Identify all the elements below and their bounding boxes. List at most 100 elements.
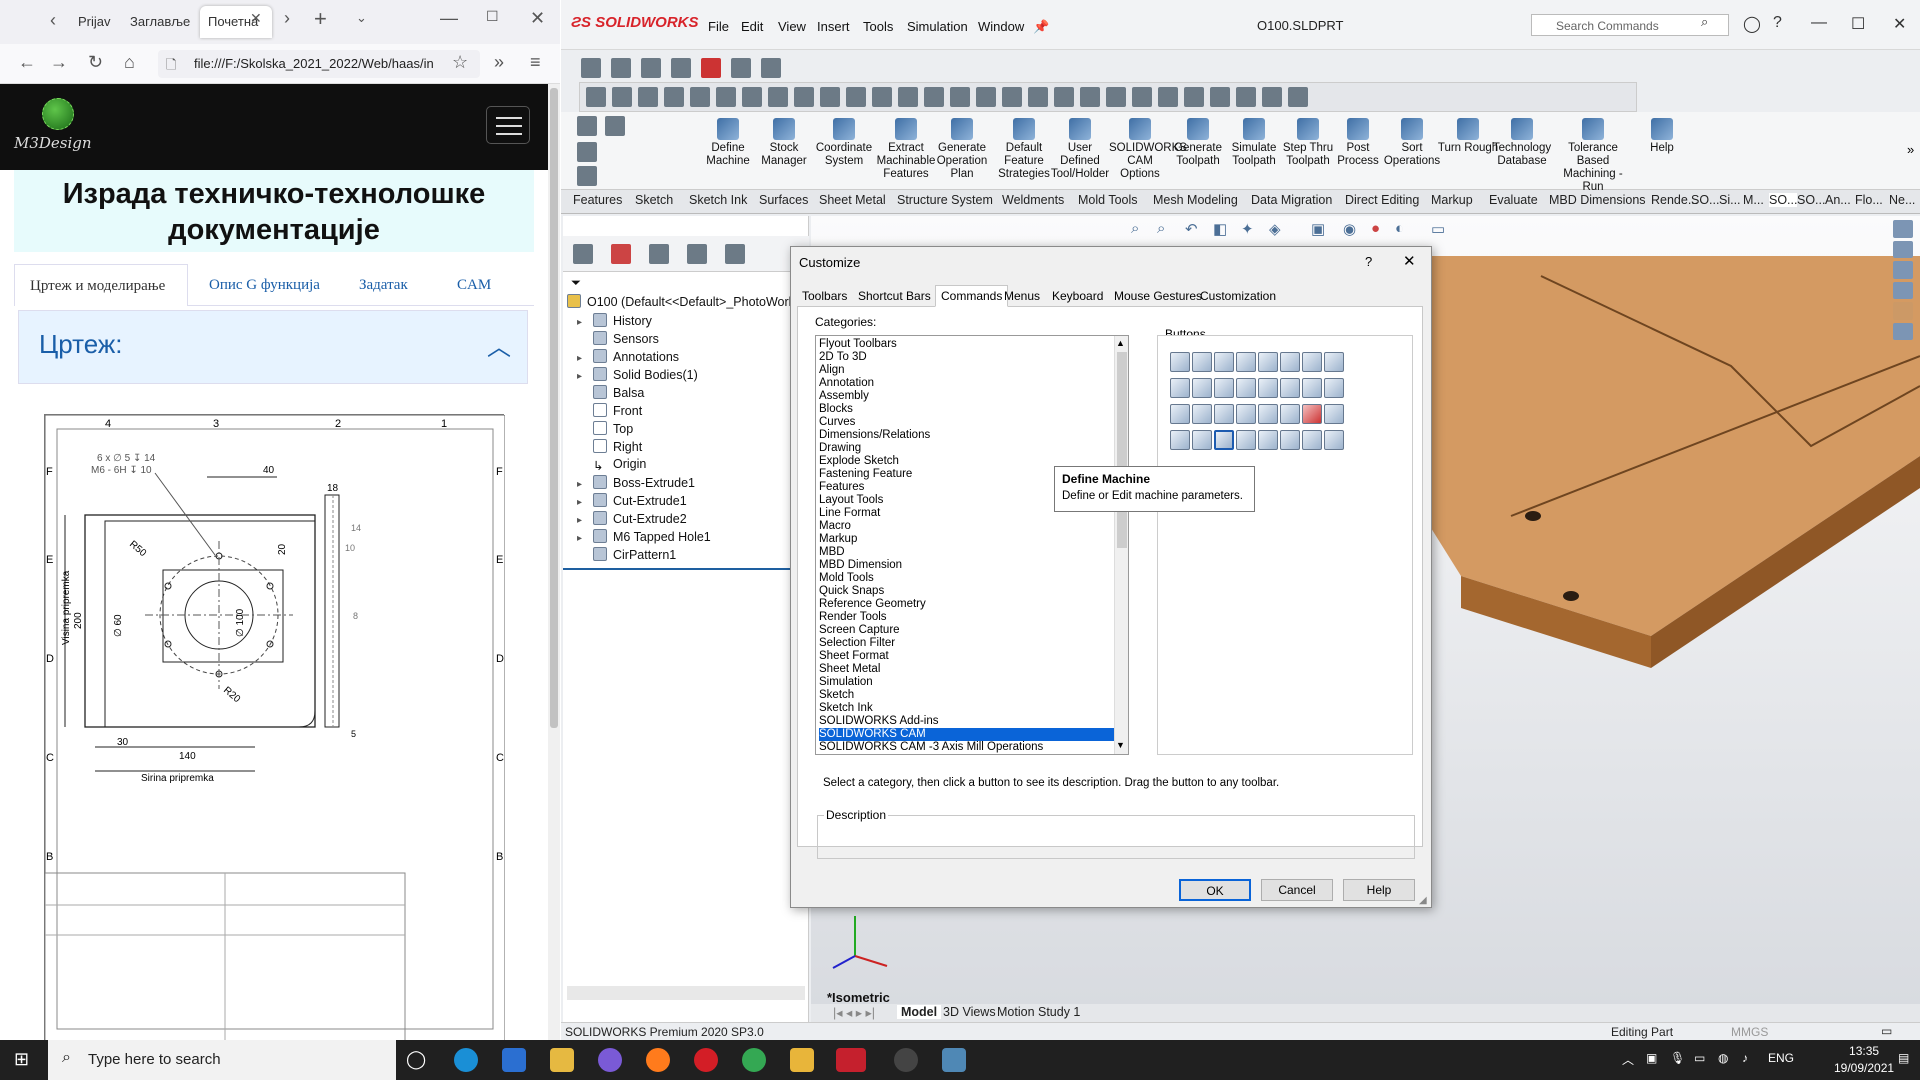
view-palette-icon[interactable] (1893, 281, 1913, 299)
cam-command-button[interactable] (1236, 352, 1256, 372)
start-windows-icon[interactable]: ⊞ (14, 1049, 29, 1070)
logo-text[interactable]: M3Design (14, 134, 92, 152)
cam-command-button[interactable] (1170, 404, 1190, 424)
tab-g-functions[interactable]: Опис G функција (194, 264, 335, 306)
category-item[interactable]: Dimensions/Relations (819, 429, 1115, 442)
cam-command-button[interactable] (1192, 404, 1212, 424)
dialog-tab-shortcut-bars[interactable]: Shortcut Bars (853, 287, 936, 305)
cam-command-button[interactable] (1302, 404, 1322, 424)
home-icon[interactable] (577, 116, 597, 136)
ribbon-tab[interactable]: SO... (1691, 193, 1719, 207)
category-item[interactable]: SOLIDWORKS Add-ins (819, 715, 1115, 728)
category-item[interactable]: Assembly (819, 390, 1115, 403)
cam-command-button[interactable] (1258, 430, 1278, 450)
browser-tab[interactable]: Заглавље (122, 6, 198, 38)
browser-tab[interactable]: Prijav (70, 6, 120, 38)
network-icon[interactable]: ◍ (1718, 1051, 1728, 1065)
tab-cam[interactable]: CAM (442, 264, 506, 306)
task-view-icon[interactable]: ◯ (406, 1049, 426, 1070)
tray-camera-icon[interactable]: ▣ (1646, 1051, 1657, 1065)
cam-command-button[interactable] (1170, 378, 1190, 398)
toolbar-button-icon[interactable] (664, 87, 684, 107)
minimize-icon[interactable]: — (1811, 14, 1827, 32)
expand-arrow-icon[interactable]: ▸ (577, 317, 593, 328)
back-icon[interactable]: ← (18, 52, 36, 73)
category-item[interactable]: Sketch Ink (819, 702, 1115, 715)
category-item[interactable]: MBD Dimension (819, 559, 1115, 572)
define-machine-button[interactable] (1214, 430, 1234, 450)
viber-icon[interactable] (598, 1048, 622, 1072)
dialog-tab-commands[interactable]: Commands (935, 285, 1009, 307)
cmd-define-machine[interactable]: Define Machine (697, 118, 759, 168)
microphone-icon[interactable]: 🎙 (1670, 1051, 1685, 1065)
expand-arrow-icon[interactable]: ▸ (577, 497, 593, 508)
cam-command-button[interactable] (1324, 352, 1344, 372)
bookmark-star-icon[interactable]: ☆ (452, 52, 468, 73)
cmd-turn-rough[interactable]: Turn Rough (1437, 118, 1499, 155)
close-window-icon[interactable]: ✕ (530, 8, 545, 29)
ribbon-tab[interactable]: Mesh Modeling (1153, 193, 1238, 207)
toolbar-button-icon[interactable] (820, 87, 840, 107)
cam-command-button[interactable] (1258, 378, 1278, 398)
undo-icon[interactable] (761, 58, 781, 78)
category-item[interactable]: Sheet Format (819, 650, 1115, 663)
taskbar-search[interactable]: ⌕ Type here to search (48, 1040, 396, 1080)
rebuild-icon[interactable] (701, 58, 721, 78)
tab-task[interactable]: Задатак (344, 264, 423, 306)
new-document-icon[interactable] (611, 58, 631, 78)
dialog-help-icon[interactable]: ? (1365, 254, 1372, 269)
menu-edit[interactable]: Edit (741, 19, 763, 34)
opera-icon[interactable] (694, 1048, 718, 1072)
sw-logo[interactable]: ƧS SOLIDWORKS (571, 14, 699, 31)
view-settings-icon[interactable]: ▭ (1431, 220, 1445, 238)
toolbar-button-icon[interactable] (1002, 87, 1022, 107)
dialog-tab-keyboard[interactable]: Keyboard (1047, 287, 1108, 305)
category-item[interactable]: Sketch (819, 689, 1115, 702)
menu-window[interactable]: Window (978, 19, 1024, 34)
category-item[interactable]: Align (819, 364, 1115, 377)
cam-manager-icon[interactable] (725, 244, 745, 264)
cam-command-button[interactable] (1324, 378, 1344, 398)
toolbar-button-icon[interactable] (742, 87, 762, 107)
menu-icon[interactable]: ≡ (530, 52, 541, 73)
scrollbar-thumb[interactable] (550, 88, 558, 728)
dialog-close-icon[interactable]: ✕ (1403, 252, 1416, 270)
cam-command-button[interactable] (1324, 430, 1344, 450)
edit-appearance-icon[interactable]: ● (1371, 220, 1380, 237)
category-item[interactable]: Flyout Toolbars (819, 338, 1115, 351)
zoom-area-icon[interactable]: ⌕ (1157, 220, 1165, 237)
cmd-default-feature-strategies[interactable]: Default Feature Strategies (993, 118, 1055, 181)
cmd-cam-options[interactable]: SOLIDWORKS CAM Options (1109, 118, 1187, 181)
category-item[interactable]: Selection Filter (819, 637, 1115, 650)
expand-arrow-icon[interactable]: ▸ (577, 515, 593, 526)
expand-arrow-icon[interactable]: ▸ (577, 353, 593, 364)
toolbar-button-icon[interactable] (690, 87, 710, 107)
category-item[interactable]: Render Tools (819, 611, 1115, 624)
menu-tools[interactable]: Tools (863, 19, 893, 34)
feature-manager-icon[interactable] (573, 244, 593, 264)
cmd-help[interactable]: Help (1631, 118, 1693, 155)
cam-command-button[interactable] (1324, 404, 1344, 424)
cmd-tolerance-based-machining[interactable]: Tolerance Based Machining - Run (1553, 118, 1633, 194)
cam-command-button[interactable] (1170, 430, 1190, 450)
ribbon-tab[interactable]: Surfaces (759, 193, 808, 207)
category-item[interactable]: SOLIDWORKS CAM -3 Axis Mill Operations (819, 741, 1115, 754)
cmd-generate-toolpath[interactable]: Generate Toolpath (1167, 118, 1229, 168)
toolbar-button-icon[interactable] (976, 87, 996, 107)
cmd-simulate-toolpath[interactable]: Simulate Toolpath (1223, 118, 1285, 168)
notifications-icon[interactable]: ▤ (1898, 1051, 1909, 1065)
custom-properties-icon[interactable] (1893, 322, 1913, 340)
category-item[interactable]: MBD (819, 546, 1115, 559)
tree-item-boss-extrude[interactable]: ▸ Boss-Extrude1 (577, 475, 695, 495)
cam-command-button[interactable] (1280, 404, 1300, 424)
cancel-button[interactable]: Cancel (1261, 879, 1333, 901)
toolbar-button-icon[interactable] (1028, 87, 1048, 107)
tree-item-cut-extrude2[interactable]: ▸ Cut-Extrude2 (577, 511, 687, 531)
dialog-tab-menus[interactable]: Menus (999, 287, 1045, 305)
cmd-post-process[interactable]: Post Process (1327, 118, 1389, 168)
scroll-down-icon[interactable]: ▼ (1116, 740, 1125, 750)
cmd-stock-manager[interactable]: Stock Manager (753, 118, 815, 168)
tab-nav-arrows-icon[interactable]: |◂ ◂ ▸ ▸| (833, 1005, 875, 1020)
category-item[interactable]: 2D To 3D (819, 351, 1115, 364)
cam-command-button[interactable] (1214, 352, 1234, 372)
